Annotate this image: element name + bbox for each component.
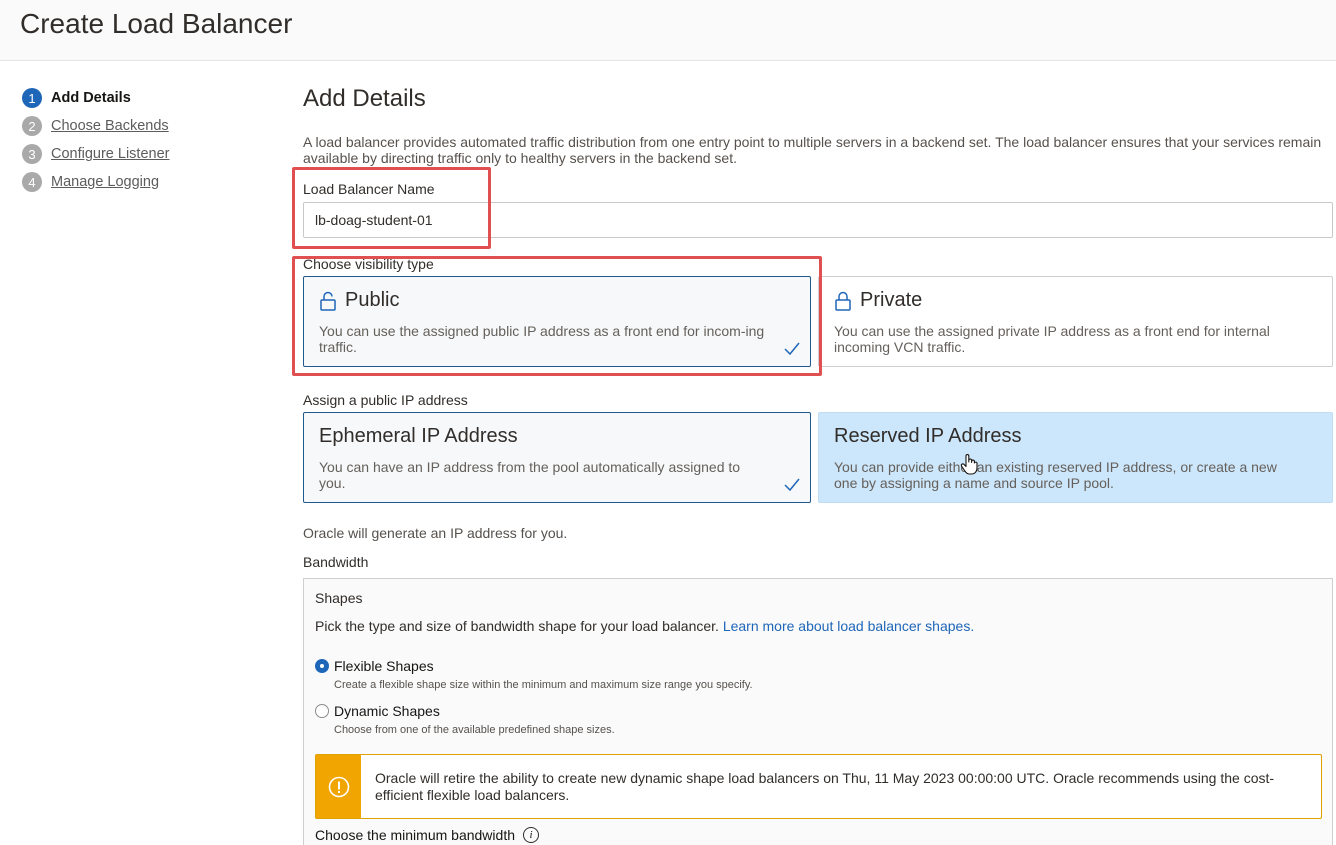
unlock-icon bbox=[320, 291, 336, 311]
step-number: 4 bbox=[22, 172, 42, 192]
radio-label: Dynamic Shapes bbox=[334, 703, 440, 719]
step-label: Configure Listener bbox=[51, 146, 170, 162]
page-header: Create Load Balancer bbox=[0, 0, 1336, 61]
min-bandwidth-label: Choose the minimum bandwidth i bbox=[315, 827, 539, 843]
section-title: Add Details bbox=[303, 85, 426, 112]
step-number: 1 bbox=[22, 88, 42, 108]
shapes-title: Shapes bbox=[315, 590, 363, 606]
lock-icon bbox=[835, 291, 851, 311]
ip-generation-note: Oracle will generate an IP address for y… bbox=[303, 525, 568, 541]
dynamic-shapes-radio[interactable]: Dynamic Shapes bbox=[315, 703, 440, 719]
radio-unselected-icon bbox=[315, 704, 329, 718]
card-description: You can use the assigned private IP addr… bbox=[834, 323, 1270, 355]
bandwidth-label: Bandwidth bbox=[303, 554, 369, 570]
card-description: You can use the assigned public IP addre… bbox=[319, 323, 765, 355]
card-title: Private bbox=[834, 289, 922, 312]
card-title: Reserved IP Address bbox=[834, 425, 1022, 447]
shapes-description: Pick the type and size of bandwidth shap… bbox=[315, 618, 974, 634]
shapes-description-text: Pick the type and size of bandwidth shap… bbox=[315, 618, 719, 634]
card-title-text: Public bbox=[345, 289, 400, 311]
ephemeral-ip-card[interactable]: Ephemeral IP Address You can have an IP … bbox=[303, 412, 811, 503]
warning-icon bbox=[328, 776, 349, 797]
visibility-label: Choose visibility type bbox=[303, 256, 434, 272]
flexible-shapes-help: Create a flexible shape size within the … bbox=[334, 679, 753, 691]
step-label: Add Details bbox=[51, 90, 131, 106]
card-title-text: Private bbox=[860, 289, 923, 311]
step-label: Manage Logging bbox=[51, 174, 160, 190]
step-add-details[interactable]: 1 Add Details bbox=[22, 84, 170, 112]
warning-bar bbox=[316, 755, 361, 818]
step-choose-backends[interactable]: 2 Choose Backends bbox=[22, 112, 170, 140]
info-icon[interactable]: i bbox=[523, 827, 539, 843]
radio-label: Flexible Shapes bbox=[334, 658, 434, 674]
visibility-private-card[interactable]: Private You can use the assigned private… bbox=[818, 276, 1333, 367]
card-title: Public bbox=[319, 289, 399, 312]
dynamic-shapes-help: Choose from one of the available predefi… bbox=[334, 724, 615, 736]
warning-text: Oracle will retire the ability to create… bbox=[375, 770, 1275, 803]
hand-cursor-icon bbox=[960, 454, 978, 475]
section-description: A load balancer provides automated traff… bbox=[303, 134, 1322, 166]
load-balancer-name-input[interactable] bbox=[303, 202, 1333, 238]
step-manage-logging[interactable]: 4 Manage Logging bbox=[22, 168, 170, 196]
retirement-warning: Oracle will retire the ability to create… bbox=[315, 754, 1322, 819]
visibility-public-card[interactable]: Public You can use the assigned public I… bbox=[303, 276, 811, 367]
learn-more-shapes-link[interactable]: Learn more about load balancer shapes. bbox=[723, 618, 974, 634]
reserved-ip-card[interactable]: Reserved IP Address You can provide eith… bbox=[818, 412, 1333, 503]
step-label: Choose Backends bbox=[51, 118, 169, 134]
card-description: You can have an IP address from the pool… bbox=[319, 459, 741, 491]
check-icon bbox=[784, 342, 800, 356]
card-title: Ephemeral IP Address bbox=[319, 425, 518, 447]
step-configure-listener[interactable]: 3 Configure Listener bbox=[22, 140, 170, 168]
radio-selected-icon bbox=[315, 659, 329, 673]
flexible-shapes-radio[interactable]: Flexible Shapes bbox=[315, 658, 434, 674]
public-ip-label: Assign a public IP address bbox=[303, 392, 468, 408]
card-description: You can provide either an existing reser… bbox=[834, 459, 1277, 491]
shapes-panel: Shapes Pick the type and size of bandwid… bbox=[303, 578, 1333, 845]
step-number: 3 bbox=[22, 144, 42, 164]
check-icon bbox=[784, 478, 800, 492]
step-number: 2 bbox=[22, 116, 42, 136]
page-title: Create Load Balancer bbox=[20, 8, 293, 39]
name-field-label: Load Balancer Name bbox=[303, 181, 435, 197]
wizard-steps: 1 Add Details 2 Choose Backends 3 Config… bbox=[22, 84, 170, 196]
min-bandwidth-text: Choose the minimum bandwidth bbox=[315, 827, 515, 843]
